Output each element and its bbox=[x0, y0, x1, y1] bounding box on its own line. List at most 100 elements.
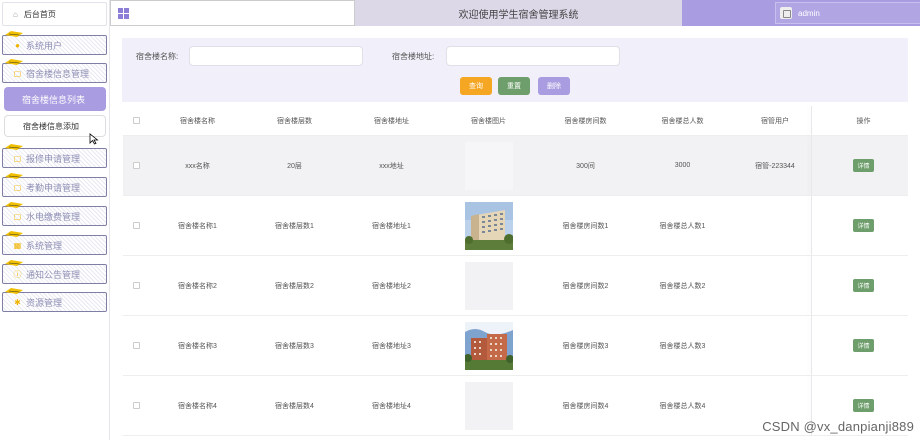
cell-address: xxx地址 bbox=[379, 162, 404, 170]
sidebar: ⌂ 后台首页 ● 系统用户 ▢ 宿舍楼信息管理 宿舍楼信息列表 宿舍楼信息添加 … bbox=[0, 0, 110, 440]
row-checkbox[interactable] bbox=[132, 162, 140, 169]
query-button[interactable]: 查询 bbox=[460, 77, 492, 95]
cell-rooms: 宿舍楼房间数2 bbox=[562, 282, 609, 290]
building-address-input[interactable] bbox=[446, 46, 620, 66]
sidebar-item-system-mgmt[interactable]: ▦ 系统管理 bbox=[2, 231, 107, 255]
ribbon-icon bbox=[5, 231, 23, 237]
column-divider bbox=[811, 256, 812, 315]
select-all-checkbox[interactable] bbox=[132, 117, 140, 124]
cell-name: 宿舍楼名称2 bbox=[178, 282, 217, 290]
mouse-cursor-icon bbox=[89, 133, 99, 145]
ribbon-icon bbox=[5, 260, 23, 266]
row-select-cell bbox=[123, 376, 149, 435]
col-header: 宿舍楼名称 bbox=[180, 117, 215, 125]
cell-name: 宿舍楼名称1 bbox=[178, 222, 217, 230]
sidebar-item-utilities[interactable]: ▢ 水电缴费管理 bbox=[2, 202, 107, 226]
cell-image bbox=[440, 196, 537, 255]
cell-name: 宿舍楼名称3 bbox=[178, 342, 217, 350]
watermark-text: CSDN @vx_danpianji889 bbox=[762, 419, 914, 434]
col-header: 宿舍楼地址 bbox=[374, 117, 409, 125]
detail-button[interactable]: 详情 bbox=[853, 219, 874, 232]
sidebar-item-resources[interactable]: ✱ 资源管理 bbox=[2, 288, 107, 312]
building-name-input[interactable] bbox=[189, 46, 363, 66]
detail-button[interactable]: 详情 bbox=[853, 339, 874, 352]
cell-action: 详情 bbox=[819, 256, 908, 315]
cell-floors: 宿舍楼层数3 bbox=[275, 342, 314, 350]
cell-people: 宿舍楼总人数4 bbox=[659, 402, 706, 410]
user-menu[interactable]: admin bbox=[775, 2, 920, 24]
sidebar-item-label: 报修申请管理 bbox=[26, 153, 81, 164]
cell-address: 宿舍楼地址2 bbox=[372, 282, 411, 290]
row-checkbox[interactable] bbox=[132, 222, 140, 229]
ribbon-icon bbox=[5, 288, 23, 294]
cell-floors: 宿舍楼层数2 bbox=[275, 282, 314, 290]
cell-people: 宿舍楼总人数2 bbox=[659, 282, 706, 290]
sidebar-item-dorm-building[interactable]: ▢ 宿舍楼信息管理 bbox=[2, 59, 107, 83]
grid-small-icon: ▦ bbox=[13, 240, 22, 250]
app-root: ⌂ 后台首页 ● 系统用户 ▢ 宿舍楼信息管理 宿舍楼信息列表 宿舍楼信息添加 … bbox=[0, 0, 920, 440]
detail-button[interactable]: 详情 bbox=[853, 399, 874, 412]
sidebar-item-label: 资源管理 bbox=[26, 297, 63, 308]
sidebar-item-home[interactable]: ⌂ 后台首页 bbox=[2, 2, 107, 26]
row-checkbox[interactable] bbox=[132, 402, 140, 409]
ribbon-icon bbox=[5, 59, 23, 65]
row-checkbox[interactable] bbox=[132, 282, 140, 289]
ribbon-icon bbox=[5, 202, 23, 208]
doc-icon: ▢ bbox=[13, 211, 22, 221]
sidebar-item-repair[interactable]: ▢ 报修申请管理 bbox=[2, 144, 107, 168]
cell-manager bbox=[731, 316, 819, 375]
row-select-cell bbox=[123, 196, 149, 255]
info-icon: ⓘ bbox=[13, 269, 22, 279]
doc-icon: ▢ bbox=[13, 153, 22, 163]
sidebar-item-label: 水电缴费管理 bbox=[26, 211, 81, 222]
detail-button[interactable]: 详情 bbox=[853, 159, 874, 172]
column-divider bbox=[811, 136, 812, 195]
menu-grid-icon[interactable] bbox=[118, 8, 129, 19]
cell-floors: 20层 bbox=[287, 162, 302, 170]
column-divider bbox=[811, 106, 812, 135]
sidebar-item-system-users[interactable]: ● 系统用户 bbox=[2, 31, 107, 55]
cell-people: 3000 bbox=[674, 162, 691, 169]
cell-action: 详情 bbox=[819, 316, 908, 375]
cell-manager: 宿管-223344 bbox=[755, 162, 795, 170]
cell-rooms: 宿舍楼房间数4 bbox=[562, 402, 609, 410]
sidebar-subitem-label: 宿舍楼信息添加 bbox=[23, 121, 79, 131]
ribbon-icon bbox=[5, 173, 23, 179]
page-title: 欢迎使用学生宿舍管理系统 bbox=[355, 0, 682, 26]
cell-people: 宿舍楼总人数3 bbox=[659, 342, 706, 350]
column-divider bbox=[811, 196, 812, 255]
table-row: 宿舍楼名称3 宿舍楼层数3 宿舍楼地址3 宿舍楼房间数3 宿舍楼总人数3 详情 bbox=[123, 316, 908, 376]
row-checkbox[interactable] bbox=[132, 342, 140, 349]
cell-image bbox=[440, 376, 537, 435]
sidebar-item-label: 系统用户 bbox=[26, 40, 63, 51]
table-header: 宿舍楼名称 宿舍楼层数 宿舍楼地址 宿舍楼图片 宿舍楼房间数 宿舍楼总人数 宿管… bbox=[123, 106, 908, 136]
sidebar-subitem-dorm-list[interactable]: 宿舍楼信息列表 bbox=[4, 87, 106, 111]
column-divider bbox=[811, 316, 812, 375]
cell-name: 宿舍楼名称4 bbox=[178, 402, 217, 410]
cell-action: 详情 bbox=[819, 196, 908, 255]
cell-manager bbox=[731, 196, 819, 255]
delete-button[interactable]: 删除 bbox=[538, 77, 570, 95]
row-select-cell bbox=[123, 316, 149, 375]
building-photo-image bbox=[464, 321, 513, 370]
reset-button[interactable]: 重置 bbox=[498, 77, 530, 95]
col-header: 宿舍楼房间数 bbox=[564, 117, 607, 125]
header-left bbox=[110, 0, 355, 26]
header-right: admin bbox=[682, 0, 920, 26]
cell-rooms: 300间 bbox=[576, 162, 595, 170]
cell-manager bbox=[731, 256, 819, 315]
doc-icon: ▢ bbox=[13, 182, 22, 192]
resource-icon: ✱ bbox=[14, 297, 21, 307]
avatar-icon bbox=[780, 7, 792, 19]
detail-button[interactable]: 详情 bbox=[853, 279, 874, 292]
sidebar-subitem-label: 宿舍楼信息列表 bbox=[22, 94, 86, 105]
cell-address: 宿舍楼地址4 bbox=[372, 402, 411, 410]
sidebar-item-attendance[interactable]: ▢ 考勤申请管理 bbox=[2, 173, 107, 197]
cell-address: 宿舍楼地址3 bbox=[372, 342, 411, 350]
sidebar-item-notice[interactable]: ⓘ 通知公告管理 bbox=[2, 260, 107, 284]
col-header: 操作 bbox=[856, 117, 871, 125]
building-image-placeholder bbox=[464, 381, 513, 430]
cell-rooms: 宿舍楼房间数1 bbox=[562, 222, 609, 230]
cell-floors: 宿舍楼层数1 bbox=[275, 222, 314, 230]
address-label: 宿舍楼地址: bbox=[392, 52, 435, 61]
